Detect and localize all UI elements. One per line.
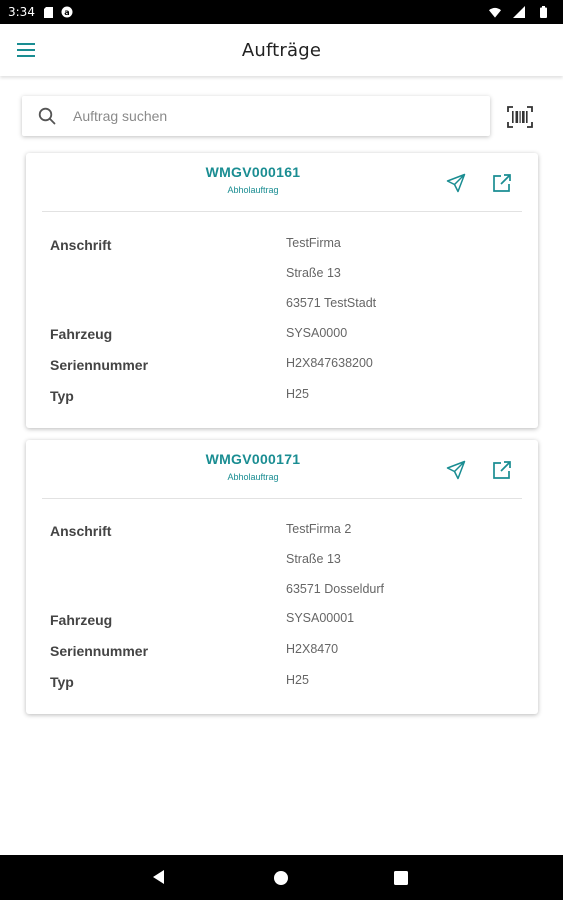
- send-icon[interactable]: [444, 171, 468, 195]
- address-line: 63571 TestStadt: [286, 296, 377, 310]
- order-card[interactable]: WMGV000161 Abholauftrag Anschrift TestFi…: [26, 153, 538, 428]
- order-card-header: WMGV000171 Abholauftrag: [42, 440, 522, 499]
- app-bar: Aufträge: [0, 24, 563, 76]
- address-label: Anschrift: [50, 523, 112, 539]
- cellular-signal-icon: [513, 6, 525, 18]
- svg-text:a: a: [64, 8, 69, 17]
- order-number: WMGV000161: [205, 164, 301, 180]
- status-bar: 3:34 a: [0, 0, 563, 24]
- battery-icon: [537, 6, 549, 18]
- vehicle-label: Fahrzeug: [50, 612, 113, 628]
- order-type: Abholauftrag: [227, 472, 279, 482]
- open-external-icon[interactable]: [490, 458, 514, 482]
- wifi-icon: [489, 6, 501, 18]
- vehicle-value: SYSA00001: [286, 611, 355, 625]
- send-icon[interactable]: [444, 458, 468, 482]
- order-number: WMGV000171: [205, 451, 301, 467]
- barcode-icon[interactable]: [506, 104, 534, 130]
- status-time: 3:34: [8, 5, 35, 19]
- vehicle-value: SYSA0000: [286, 326, 348, 340]
- serial-value: H2X847638200: [286, 356, 373, 370]
- page-title: Aufträge: [241, 39, 322, 61]
- type-value: H25: [286, 387, 309, 401]
- address-line: TestFirma: [286, 236, 341, 250]
- open-external-icon[interactable]: [490, 171, 514, 195]
- address-line: 63571 Dosseldurf: [286, 582, 384, 596]
- type-value: H25: [286, 673, 309, 687]
- address-label: Anschrift: [50, 237, 112, 253]
- back-icon[interactable]: [151, 869, 169, 887]
- serial-label: Seriennummer: [50, 643, 149, 659]
- address-line: Straße 13: [286, 552, 341, 566]
- type-label: Typ: [50, 388, 74, 404]
- home-icon[interactable]: [273, 870, 289, 886]
- order-card[interactable]: WMGV000171 Abholauftrag Anschrift TestFi…: [26, 440, 538, 714]
- vehicle-label: Fahrzeug: [50, 326, 113, 342]
- order-card-header: WMGV000161 Abholauftrag: [42, 153, 522, 212]
- sim-card-icon: [43, 6, 55, 18]
- order-type: Abholauftrag: [227, 185, 279, 195]
- search-input[interactable]: [73, 108, 490, 124]
- type-label: Typ: [50, 674, 74, 690]
- navigation-bar: [0, 855, 563, 900]
- address-line: Straße 13: [286, 266, 341, 280]
- search-icon: [38, 106, 58, 126]
- menu-icon[interactable]: [14, 38, 38, 62]
- search-bar[interactable]: [22, 96, 490, 136]
- notification-a-icon: a: [61, 6, 73, 18]
- recents-icon[interactable]: [394, 871, 408, 885]
- serial-value: H2X8470: [286, 642, 339, 656]
- address-line: TestFirma 2: [286, 522, 352, 536]
- serial-label: Seriennummer: [50, 357, 149, 373]
